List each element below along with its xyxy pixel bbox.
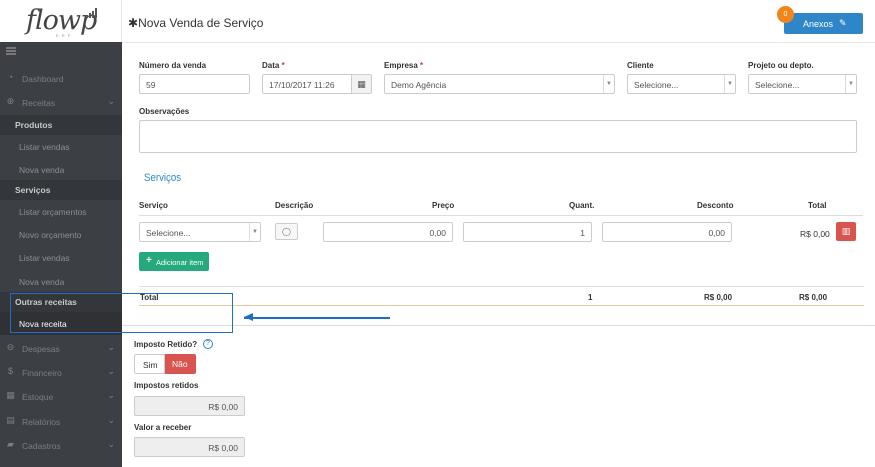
sidebar-item-listar-vendas[interactable]: Listar vendas: [0, 135, 122, 158]
empresa-label: Empresa *: [384, 61, 424, 70]
calendar-icon[interactable]: ▦: [351, 75, 371, 93]
sidebar-item-receitas[interactable]: ⊕ Receitas ⌄: [0, 90, 122, 114]
sidebar-item-relatorios[interactable]: ▤ Relatórios ⌄: [0, 409, 122, 433]
sidebar-item-financeiro[interactable]: $ Financeiro ⌄: [0, 360, 122, 384]
valor-receber-label: Valor a receber: [134, 423, 192, 432]
chevron-down-icon: ▼: [724, 75, 735, 93]
anexos-count-badge: 0: [777, 6, 794, 23]
sidebar-item-label: Dashboard: [22, 74, 64, 84]
sidebar-item-dashboard[interactable]: ◔ Dashboard: [0, 66, 122, 90]
annotation-arrow-head: [244, 313, 253, 321]
plus-icon: +: [146, 255, 152, 266]
cliente-select[interactable]: Selecione... ▼: [627, 74, 736, 94]
sidebar-item-nova-venda-servico[interactable]: Nova venda: [0, 270, 122, 293]
page-title: ✱Nova Venda de Serviço: [128, 16, 264, 30]
imposto-retido-label: Imposto Retido?: [134, 340, 198, 349]
table-header-divider: [139, 215, 863, 216]
add-item-button[interactable]: + Adicionar item: [139, 252, 209, 271]
sidebar-item-nova-venda-produto[interactable]: Nova venda: [0, 158, 122, 181]
dashboard-icon: ◔: [7, 72, 14, 82]
chevron-down-icon: ▼: [603, 75, 614, 93]
imposto-sim-toggle[interactable]: Sim: [134, 354, 165, 374]
chevron-down-icon: ⌄: [107, 439, 115, 449]
desconto-input[interactable]: 0,00: [602, 222, 732, 242]
sidebar-item-despesas[interactable]: ⊖ Despesas ⌄: [0, 336, 122, 360]
sidebar-item-cadastros[interactable]: ▰ Cadastros ⌄: [0, 433, 122, 457]
observacoes-label: Observações: [139, 107, 190, 116]
row-total: R$ 0,00: [800, 229, 830, 239]
annotation-highlight-box: [10, 293, 233, 333]
chevron-down-icon: ⌄: [107, 366, 115, 376]
servico-select[interactable]: Selecione... ▼: [139, 222, 261, 242]
col-preco: Preço: [432, 201, 455, 210]
grid-icon: ▦: [6, 390, 15, 400]
sidebar-item-label: Receitas: [22, 98, 56, 108]
sidebar-item-label: Relatórios: [22, 417, 61, 427]
totals-total: R$ 0,00: [799, 293, 828, 302]
totals-row: Total 1 R$ 0,00 R$ 0,00: [139, 286, 864, 306]
annotation-arrow: [244, 317, 390, 319]
comment-icon: ◯: [282, 227, 291, 236]
logo-subtitle: E R P: [56, 33, 72, 38]
trash-icon: ▥: [841, 226, 851, 236]
quant-input[interactable]: 1: [463, 222, 592, 242]
cliente-label: Cliente: [627, 61, 654, 70]
app: flowp E R P ◔ Dashboard ⊕ Receitas ⌄ Pro…: [0, 0, 875, 467]
projeto-select[interactable]: Selecione... ▼: [748, 74, 857, 94]
help-icon[interactable]: ?: [203, 339, 213, 349]
cog-icon: ✱: [128, 16, 139, 30]
data-label: Data *: [262, 61, 285, 70]
numero-label: Número da venda: [139, 61, 207, 70]
chevron-down-icon: ⌄: [107, 342, 115, 352]
anexos-button[interactable]: Anexos ✎: [784, 13, 863, 34]
sidebar-item-listar-orcamentos[interactable]: Listar orçamentos: [0, 200, 122, 223]
chevron-down-icon: ⌄: [107, 390, 115, 400]
data-input[interactable]: 17/10/2017 11:26 ▦: [262, 74, 372, 94]
sidebar-item-label: Estoque: [22, 392, 54, 402]
sidebar-section-servicos: Serviços: [0, 180, 122, 200]
delete-row-button[interactable]: ▥: [836, 222, 856, 241]
col-total: Total: [808, 201, 827, 210]
projeto-label: Projeto ou depto.: [748, 61, 814, 70]
col-descricao: Descrição: [275, 201, 314, 210]
descricao-comment-button[interactable]: ◯: [275, 223, 298, 240]
sidebar-item-label: Despesas: [22, 344, 60, 354]
sidebar-section-produtos: Produtos: [0, 115, 122, 135]
sidebar-item-label: Cadastros: [22, 441, 61, 451]
valor-receber-input: R$ 0,00: [134, 437, 245, 457]
numero-input[interactable]: 59: [139, 74, 250, 94]
sidebar-item-listar-vendas-servico[interactable]: Listar vendas: [0, 246, 122, 269]
paperclip-icon: ✎: [839, 18, 847, 28]
sidebar-item-label: Financeiro: [22, 368, 62, 378]
folder-icon: ▰: [7, 439, 14, 449]
impostos-retidos-input: R$ 0,00: [134, 396, 245, 416]
minus-circle-icon: ⊖: [6, 342, 15, 352]
chevron-down-icon: ⌄: [107, 415, 115, 425]
servicos-section-title: Serviços: [144, 172, 182, 184]
logo-area[interactable]: flowp E R P: [0, 0, 122, 42]
sidebar-item-novo-orcamento[interactable]: Novo orçamento: [0, 223, 122, 246]
col-servico: Serviço: [139, 201, 168, 210]
col-quant: Quant.: [569, 201, 595, 210]
menu-toggle-icon[interactable]: [6, 47, 16, 55]
imposto-nao-toggle[interactable]: Não: [165, 354, 196, 374]
preco-input[interactable]: 0,00: [323, 222, 453, 242]
totals-desconto: R$ 0,00: [704, 293, 733, 302]
dollar-icon: $: [7, 366, 13, 376]
plus-circle-icon: ⊕: [6, 96, 15, 106]
report-icon: ▤: [6, 415, 15, 425]
observacoes-textarea[interactable]: [139, 120, 857, 153]
empresa-select[interactable]: Demo Agência ▼: [384, 74, 615, 94]
chevron-down-icon: ⌄: [107, 96, 115, 106]
section-divider: [122, 325, 875, 326]
chevron-down-icon: ▼: [249, 223, 260, 241]
impostos-retidos-label: Impostos retidos: [134, 381, 199, 390]
header: ✱Nova Venda de Serviço Anexos ✎ 0: [122, 0, 875, 43]
totals-quant: 1: [588, 293, 593, 302]
logo-bars-icon: [86, 8, 98, 18]
sidebar: flowp E R P ◔ Dashboard ⊕ Receitas ⌄ Pro…: [0, 0, 122, 467]
col-desconto: Desconto: [697, 201, 734, 210]
sidebar-item-estoque[interactable]: ▦ Estoque ⌄: [0, 384, 122, 408]
chevron-down-icon: ▼: [845, 75, 856, 93]
